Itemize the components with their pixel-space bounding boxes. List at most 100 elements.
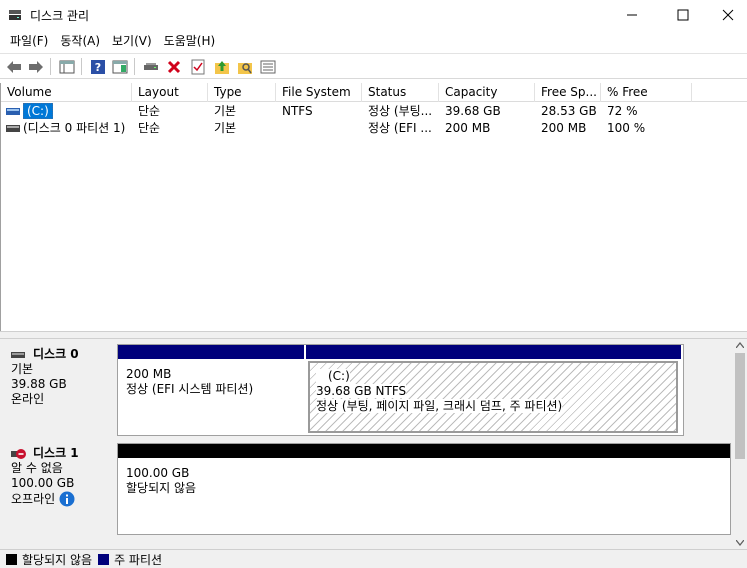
scrollbar-thumb[interactable] — [735, 353, 745, 459]
column-header-free-space[interactable]: Free Sp... — [535, 83, 601, 102]
disk-size: 39.88 GB — [11, 377, 67, 391]
list-view-icon — [260, 60, 275, 73]
type-cell: 기본 — [214, 104, 237, 118]
column-header-type[interactable]: Type — [208, 83, 276, 102]
menu-action[interactable]: 동작(A) — [54, 31, 106, 51]
menu-help[interactable]: 도움말(H) — [158, 31, 222, 51]
up-folder-icon — [214, 60, 229, 74]
toolbar-separator — [134, 58, 135, 75]
disk-management-icon — [9, 10, 21, 20]
back-arrow-icon — [6, 60, 21, 73]
minimize-icon — [627, 14, 637, 16]
free-space-cell: 200 MB — [541, 121, 587, 135]
disk-type: 기본 — [11, 362, 34, 376]
action-pane-button[interactable] — [110, 57, 129, 76]
search-folder-button[interactable] — [235, 57, 254, 76]
partition-c[interactable]: (C:) 39.68 GB NTFS 정상 (부팅, 페이지 파일, 크래시 덤… — [308, 361, 678, 433]
volume-list-header: Volume Layout Type File System Status Ca… — [1, 83, 747, 102]
disk-icon — [11, 351, 25, 358]
disk-state: 오프라인 — [11, 491, 56, 506]
maximize-button[interactable] — [660, 0, 706, 30]
partition-status: 정상 (EFI 시스템 파티션) — [126, 382, 254, 396]
forward-arrow-icon — [28, 60, 43, 73]
volume-drive-icon — [6, 108, 20, 115]
info-icon[interactable] — [59, 491, 75, 507]
legend-swatch-primary — [98, 553, 110, 565]
disk-name: 디스크 0 — [33, 347, 79, 361]
toolbar: ? — [0, 53, 747, 79]
partition-bar-efi — [118, 345, 304, 359]
disk-state: 온라인 — [11, 392, 45, 406]
close-button[interactable] — [705, 0, 747, 30]
disk-size: 100.00 GB — [11, 476, 75, 490]
pane-splitter[interactable] — [0, 331, 747, 339]
legend-swatch-unallocated — [6, 553, 17, 565]
menu-file[interactable]: 파일(F) — [4, 31, 54, 51]
capacity-cell: 39.68 GB — [445, 104, 501, 118]
search-folder-icon — [237, 62, 252, 74]
type-cell: 기본 — [214, 121, 237, 135]
partition-size: 200 MB — [126, 367, 172, 381]
layout-cell: 단순 — [138, 121, 161, 135]
delete-button[interactable] — [164, 57, 183, 76]
toolbar-separator — [50, 58, 51, 75]
volume-row[interactable]: (C:) 단순 기본 NTFS 정상 (부팅... 39.68 GB 28.53… — [1, 103, 747, 120]
layout-cell: 단순 — [138, 104, 161, 118]
disk-offline-icon — [11, 448, 26, 459]
disk-0-label[interactable]: 디스크 0 기본 39.88 GB 온라인 — [3, 341, 115, 435]
console-tree-button[interactable] — [57, 57, 76, 76]
up-folder-button[interactable] — [212, 57, 231, 76]
partition-bar-c — [306, 345, 681, 359]
minimize-button[interactable] — [609, 0, 655, 30]
partition-bar-unallocated — [118, 444, 730, 458]
legend: 할당되지 않음 주 파티션 — [0, 549, 747, 568]
disk-1-label[interactable]: 디스크 1 알 수 없음 100.00 GB 오프라인 — [3, 440, 115, 536]
column-header-status[interactable]: Status — [362, 83, 439, 102]
legend-label-primary: 주 파티션 — [114, 552, 163, 567]
status-cell: 정상 (부팅... — [368, 104, 433, 118]
file-system-cell: NTFS — [282, 104, 313, 118]
volume-list: Volume Layout Type File System Status Ca… — [0, 83, 747, 331]
connect-drive-button[interactable] — [141, 57, 160, 76]
partition-status: 할당되지 않음 — [126, 481, 197, 495]
menu-view[interactable]: 보기(V) — [106, 31, 158, 51]
partition-size: 39.68 GB NTFS — [316, 384, 407, 398]
action-pane-icon — [112, 60, 127, 73]
close-icon — [722, 9, 734, 21]
help-button[interactable]: ? — [88, 57, 107, 76]
volume-row[interactable]: (디스크 0 파티션 1) 단순 기본 정상 (EFI ... 200 MB 2… — [1, 120, 747, 137]
disk-name: 디스크 1 — [33, 446, 79, 460]
volume-name-selected[interactable]: (C:) — [23, 103, 53, 119]
help-icon: ? — [90, 59, 105, 74]
scroll-down-icon[interactable] — [736, 540, 744, 546]
connect-drive-icon — [143, 62, 158, 70]
svg-text:?: ? — [94, 61, 100, 74]
column-header-volume[interactable]: Volume — [1, 83, 132, 102]
capacity-cell: 200 MB — [445, 121, 491, 135]
percent-free-cell: 100 % — [607, 121, 646, 135]
properties-icon — [191, 59, 204, 74]
scroll-up-icon[interactable] — [736, 342, 744, 348]
menu-bar: 파일(F) 동작(A) 보기(V) 도움말(H) — [0, 30, 747, 52]
disk-1-partitions: 100.00 GB 할당되지 않음 — [117, 443, 731, 535]
legend-label-unallocated: 할당되지 않음 — [22, 552, 93, 567]
delete-icon — [167, 60, 180, 73]
properties-button[interactable] — [188, 57, 207, 76]
volume-drive-icon — [6, 125, 20, 132]
partition-size: 100.00 GB — [126, 466, 190, 480]
column-header-percent-free[interactable]: % Free — [601, 83, 692, 102]
forward-button[interactable] — [26, 57, 45, 76]
column-header-layout[interactable]: Layout — [132, 83, 208, 102]
partition-efi[interactable]: 200 MB 정상 (EFI 시스템 파티션) — [120, 361, 304, 433]
console-tree-icon — [59, 60, 74, 73]
back-button[interactable] — [4, 57, 23, 76]
volume-cell: (디스크 0 파티션 1) — [23, 121, 126, 135]
title-bar: 디스크 관리 — [0, 0, 747, 30]
graphical-pane-scrollbar[interactable] — [733, 339, 747, 549]
partition-label: (C:) — [316, 369, 350, 384]
column-header-file-system[interactable]: File System — [276, 83, 362, 102]
partition-unallocated[interactable]: 100.00 GB 할당되지 않음 — [120, 460, 728, 532]
partition-status: 정상 (부팅, 페이지 파일, 크래시 덤프, 주 파티션) — [316, 399, 563, 413]
list-view-button[interactable] — [258, 57, 277, 76]
column-header-capacity[interactable]: Capacity — [439, 83, 535, 102]
